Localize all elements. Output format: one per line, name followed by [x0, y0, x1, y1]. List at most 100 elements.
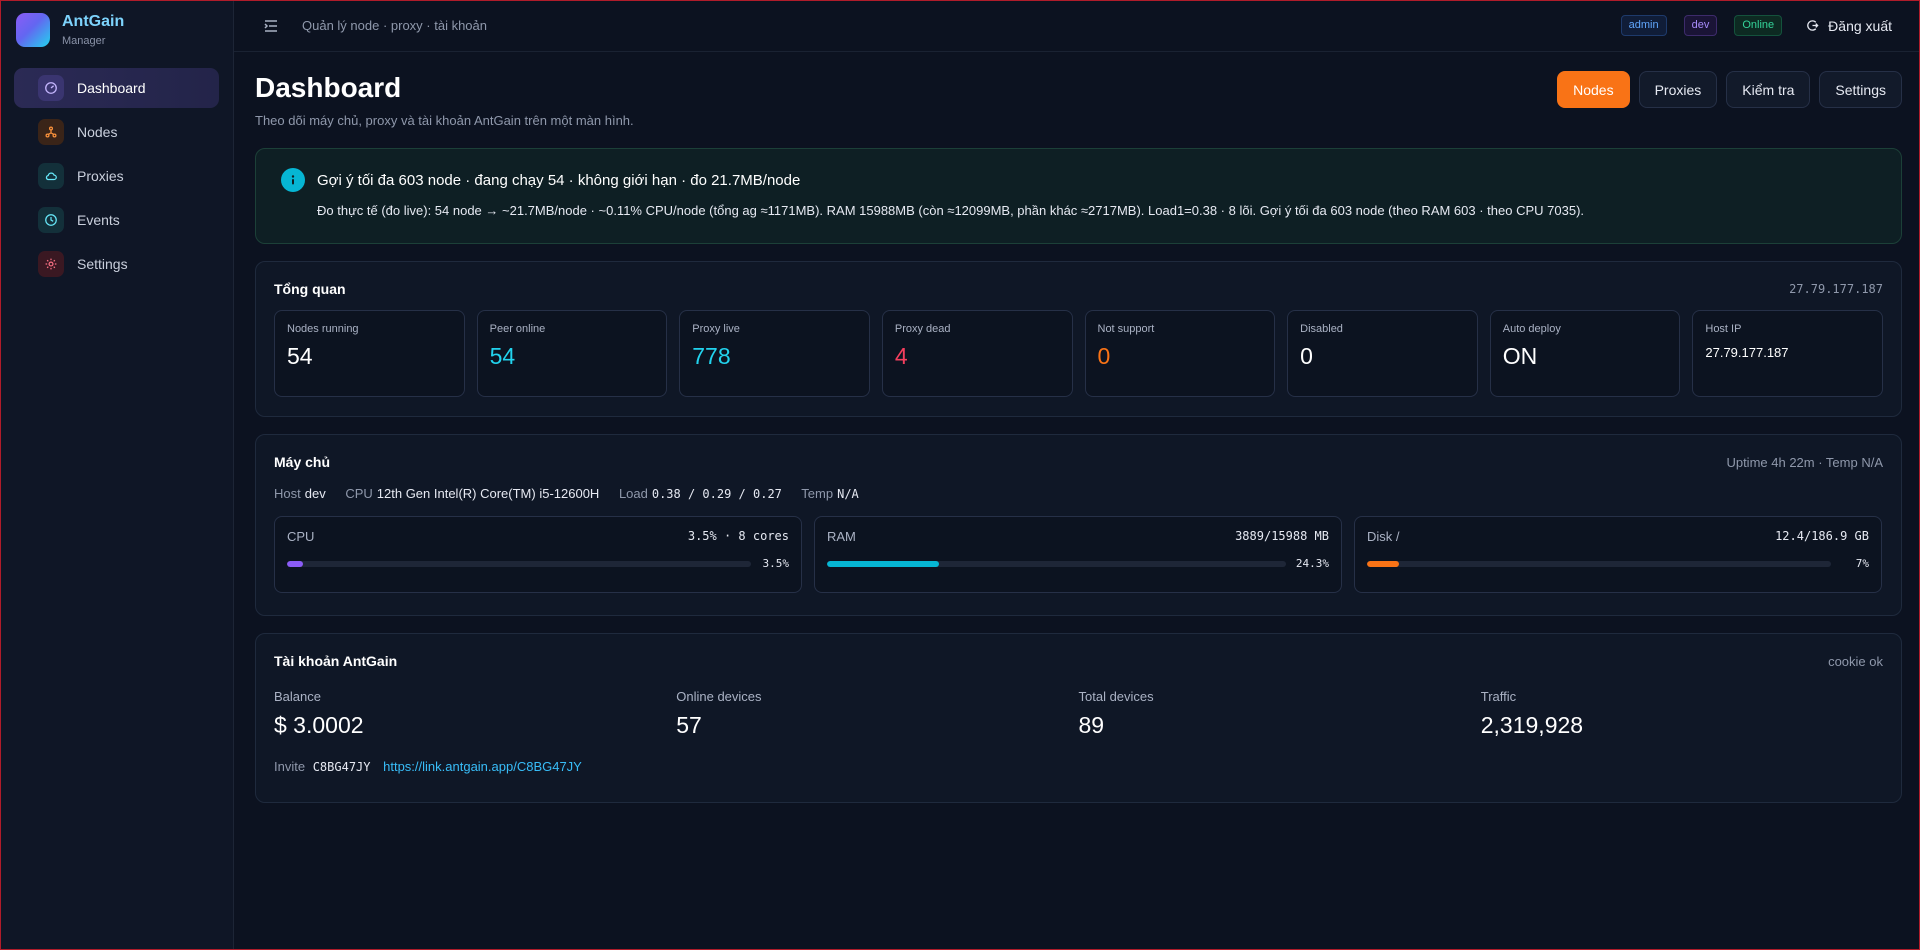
- metric-label: Balance: [274, 689, 321, 704]
- network-icon: [38, 119, 64, 145]
- info-icon: [281, 168, 305, 192]
- sidebar-item-settings[interactable]: Settings: [14, 244, 219, 284]
- stat-value: 0: [1300, 343, 1313, 369]
- ram-usage-panel: RAM 3889/15988 MB 24.3%: [814, 516, 1342, 593]
- page-header: Dashboard Theo dõi máy chủ, proxy và tài…: [255, 52, 1902, 148]
- metric-label: Online devices: [676, 689, 762, 704]
- stat-nodes-running: Nodes running 54: [274, 310, 465, 397]
- cpu-label: CPU: [345, 486, 373, 501]
- role-badge: admin: [1620, 15, 1667, 36]
- sidebar-item-label: Proxies: [77, 168, 124, 184]
- metric-value: 57: [676, 712, 702, 738]
- metric-value: 89: [1078, 712, 1105, 738]
- stat-peer-online: Peer online 54: [476, 310, 668, 397]
- stat-label: Host IP: [1705, 323, 1742, 335]
- overview-title: Tổng quan: [274, 281, 346, 297]
- res-value: 3.5% · 8 cores: [687, 529, 789, 543]
- stat-proxy-dead: Proxy dead 4: [881, 310, 1073, 397]
- stat-value: 778: [692, 343, 731, 369]
- settings-button[interactable]: Settings: [1819, 71, 1902, 108]
- page-subtitle: Theo dõi máy chủ, proxy và tài khoản Ant…: [255, 113, 634, 128]
- res-value: 12.4/186.9 GB: [1775, 529, 1869, 543]
- cpu-model: 12th Gen Intel(R) Core(TM) i5-12600H: [376, 486, 600, 501]
- res-value: 3889/15988 MB: [1235, 529, 1329, 543]
- stat-value: 4: [894, 343, 908, 369]
- stat-value: ON: [1502, 343, 1538, 369]
- stat-label: Peer online: [489, 323, 546, 335]
- ram-progress-fill: [827, 560, 939, 567]
- temp-label: Temp: [801, 486, 834, 501]
- page-title: Dashboard: [255, 72, 402, 103]
- disk-progress-bar: [1367, 560, 1831, 567]
- stat-value: 54: [287, 343, 313, 369]
- disk-progress-fill: [1367, 560, 1400, 567]
- cpu-progress-bar: [287, 560, 751, 567]
- main-content: Dashboard Theo dõi máy chủ, proxy và tài…: [255, 52, 1902, 820]
- sidebar: AntGain Manager Dashboard Nodes Proxies: [0, 0, 234, 950]
- logout-button[interactable]: Đăng xuất: [1806, 18, 1892, 34]
- nodes-button[interactable]: Nodes: [1557, 71, 1630, 108]
- gauge-icon: [38, 75, 64, 101]
- stat-proxy-live: Proxy live 778: [679, 310, 870, 397]
- cloud-icon: [38, 163, 64, 189]
- sidebar-item-label: Settings: [77, 256, 128, 272]
- host-info: Host dev CPU 12th Gen Intel(R) Core(TM) i5…: [274, 486, 1883, 501]
- invite-code[interactable]: C8BG47JY: [313, 760, 371, 774]
- sidebar-item-proxies[interactable]: Proxies: [14, 156, 219, 196]
- res-percent: 3.5%: [762, 557, 790, 570]
- load-label: Load: [618, 486, 648, 501]
- balance-metric: Balance $ 3.0002: [274, 689, 676, 739]
- account-card: Tài khoản AntGain cookie ok Balance $ 3.…: [255, 633, 1902, 803]
- stat-value: 0: [1097, 343, 1111, 369]
- topbar: Quản lý node · proxy · tài khoản admin d…: [234, 0, 1920, 52]
- traffic-metric: Traffic 2,319,928: [1481, 689, 1883, 739]
- invite-link[interactable]: https://link.antgain.app/C8BG47JY: [383, 759, 582, 774]
- account-title: Tài khoản AntGain: [274, 653, 398, 669]
- stat-label: Disabled: [1300, 323, 1343, 335]
- cpu-usage-panel: CPU 3.5% · 8 cores 3.5%: [274, 516, 802, 593]
- brand[interactable]: AntGain Manager: [0, 0, 233, 60]
- total-devices-metric: Total devices 89: [1079, 689, 1481, 739]
- invite-label: Invite: [274, 759, 306, 774]
- sidebar-item-events[interactable]: Events: [14, 200, 219, 240]
- cpu-progress-fill: [287, 560, 304, 567]
- sidebar-item-label: Dashboard: [77, 80, 146, 96]
- host-label: Host: [274, 486, 301, 501]
- stat-not-support: Not support 0: [1084, 310, 1276, 397]
- proxies-button[interactable]: Proxies: [1638, 71, 1718, 108]
- check-button[interactable]: Kiểm tra: [1726, 71, 1811, 108]
- logout-label: Đăng xuất: [1828, 17, 1892, 34]
- res-percent: 7%: [1855, 557, 1869, 570]
- stat-value: 54: [489, 343, 516, 369]
- sidebar-item-label: Nodes: [77, 124, 118, 140]
- alert-title: Gợi ý tối đa 603 node · đang chạy 54 · k…: [317, 171, 801, 189]
- online-devices-metric: Online devices 57: [676, 689, 1078, 739]
- gear-icon: [38, 251, 64, 277]
- stat-label: Nodes running: [287, 323, 359, 335]
- metric-value: $ 3.0002: [274, 712, 364, 738]
- stat-disabled: Disabled 0: [1287, 310, 1478, 397]
- overview-card: Tổng quan 27.79.177.187 Nodes running 54…: [255, 261, 1902, 417]
- breadcrumb: Quản lý node · proxy · tài khoản: [302, 18, 487, 33]
- res-percent: 24.3%: [1295, 557, 1329, 570]
- sidebar-item-dashboard[interactable]: Dashboard: [14, 68, 219, 108]
- invite-row: Invite C8BG47JY https://link.antgain.app…: [274, 759, 1883, 774]
- sidebar-nav: Dashboard Nodes Proxies Events Settings: [0, 60, 233, 296]
- host-value: dev: [304, 486, 326, 501]
- brand-subtitle: Manager: [62, 35, 106, 47]
- clock-icon: [38, 207, 64, 233]
- stat-auto-deploy: Auto deploy ON: [1489, 310, 1681, 397]
- disk-usage-panel: Disk / 12.4/186.9 GB 7%: [1354, 516, 1882, 593]
- alert-detail: Đo thực tế (đo live): 54 node → ~21.7MB/…: [317, 203, 1585, 218]
- cookie-status: cookie ok: [1828, 654, 1883, 669]
- metric-label: Total devices: [1078, 689, 1154, 704]
- sidebar-item-nodes[interactable]: Nodes: [14, 112, 219, 152]
- metric-label: Traffic: [1480, 689, 1517, 704]
- logout-icon: [1807, 20, 1819, 31]
- metric-value: 2,319,928: [1480, 712, 1584, 738]
- stat-label: Proxy dead: [894, 323, 951, 335]
- stat-label: Not support: [1097, 323, 1155, 335]
- overview-ip: 27.79.177.187: [1789, 282, 1883, 296]
- temp-value: N/A: [837, 487, 859, 501]
- menu-toggle-icon[interactable]: [262, 17, 280, 35]
